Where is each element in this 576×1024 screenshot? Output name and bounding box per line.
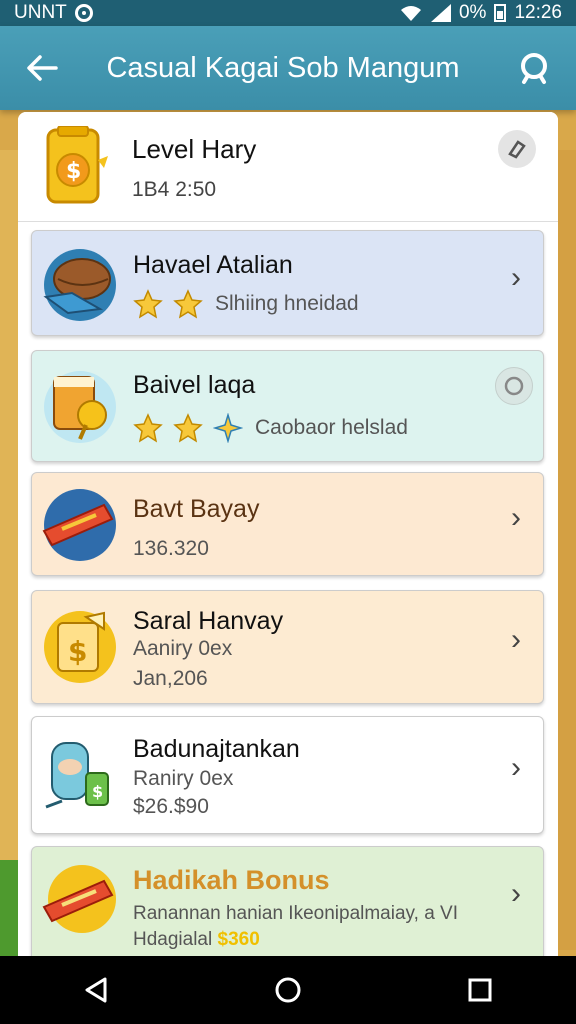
list-item[interactable]: Havael Atalian Slhiing hneidad › — [31, 230, 544, 336]
star-icon — [173, 413, 203, 443]
search-button[interactable] — [492, 26, 576, 110]
sparkle-icon — [213, 413, 243, 443]
clock: 12:26 — [514, 2, 562, 23]
chevron-right-icon: › — [511, 623, 521, 656]
item-title: Bavt Bayay — [133, 495, 260, 523]
back-button[interactable] — [0, 26, 84, 110]
header-title: Level Hary — [132, 134, 257, 164]
chevron-right-icon: › — [511, 261, 521, 294]
sync-icon — [74, 4, 93, 22]
nav-back-button[interactable] — [56, 960, 136, 1020]
item-subtitle: Ranannan hanian Ikeonipalmaiay, a VI — [133, 903, 458, 924]
list-item[interactable]: Baivel laqa Caobaor helslad — [31, 350, 544, 462]
item-title: Baivel laqa — [133, 371, 256, 399]
header-subtitle: 1B4 2:50 — [132, 178, 217, 201]
list-item[interactable]: $ Saral Hanvay Aaniry 0ex Jan,206 › — [31, 590, 544, 704]
coin-icon — [504, 376, 524, 396]
chevron-right-icon: › — [511, 751, 521, 784]
status-bar: UNNT 0% 12:26 — [0, 0, 576, 26]
item-detail: $26.$90 — [133, 795, 209, 818]
list-item[interactable]: Bavt Bayay 136.320 › — [31, 472, 544, 576]
content-panel: $ Level Hary 1B4 2:50 Havael Atalian Slh… — [18, 112, 558, 956]
list-item[interactable]: $ Badunajtankan Raniry 0ex $26.$90 › — [31, 716, 544, 834]
svg-text:$: $ — [92, 782, 103, 801]
item-detail-label: Hdagialal — [133, 929, 213, 950]
item-action-button[interactable] — [495, 367, 533, 405]
money-jar-icon: $ — [46, 126, 108, 204]
ticket-icon — [42, 489, 116, 561]
triangle-back-icon — [85, 977, 107, 1003]
battery-icon — [494, 4, 507, 22]
star-icon — [173, 289, 203, 319]
bonus-ticket-icon — [42, 865, 116, 933]
rating-row: Caobaor helslad — [133, 413, 408, 443]
item-title: Badunajtankan — [133, 735, 300, 763]
item-detail: Jan,206 — [133, 667, 208, 690]
circle-home-icon — [275, 977, 301, 1003]
character-icon: $ — [45, 742, 109, 809]
page-title: Casual Kagai Sob Mangum — [106, 51, 460, 84]
chevron-right-icon: › — [511, 501, 521, 534]
arrow-left-icon — [27, 55, 58, 81]
chevron-right-icon: › — [511, 877, 521, 910]
nav-recents-button[interactable] — [440, 960, 520, 1020]
svg-text:$: $ — [68, 635, 87, 668]
item-subtitle: 136.320 — [133, 537, 209, 560]
carrier-label: UNNT — [14, 2, 67, 23]
item-title: Saral Hanvay — [133, 607, 284, 635]
rating-row: Slhiing hneidad — [133, 289, 359, 319]
item-subtitle: Caobaor helslad — [255, 416, 408, 439]
search-icon — [521, 53, 547, 84]
shield-icon — [508, 140, 526, 159]
star-icon — [133, 413, 163, 443]
level-header: $ Level Hary 1B4 2:50 — [18, 112, 558, 222]
square-recents-icon — [468, 978, 492, 1002]
svg-text:$: $ — [66, 159, 81, 184]
barrel-icon — [43, 249, 116, 321]
app-bar: Casual Kagai Sob Mangum — [0, 26, 576, 110]
item-title: Hadikah Bonus — [133, 865, 330, 895]
signal-icon — [430, 4, 451, 22]
item-subtitle: Aaniry 0ex — [133, 637, 233, 660]
item-title: Havael Atalian — [133, 251, 293, 279]
item-detail: Hdagialal $360 — [133, 929, 260, 951]
money-scroll-icon: $ — [44, 611, 116, 683]
battery-percent: 0% — [458, 2, 487, 23]
item-subtitle: Raniry 0ex — [133, 767, 234, 790]
list-item[interactable]: Hadikah Bonus Ranannan hanian Ikeonipalm… — [31, 846, 544, 956]
system-nav-bar — [0, 956, 576, 1024]
nav-home-button[interactable] — [248, 960, 328, 1020]
header-action-button[interactable] — [498, 130, 536, 168]
bonus-amount-badge: $360 — [217, 929, 260, 950]
star-icon — [133, 289, 163, 319]
item-subtitle: Slhiing hneidad — [215, 292, 359, 315]
wifi-icon — [400, 6, 421, 21]
drink-mug-icon — [44, 371, 116, 443]
